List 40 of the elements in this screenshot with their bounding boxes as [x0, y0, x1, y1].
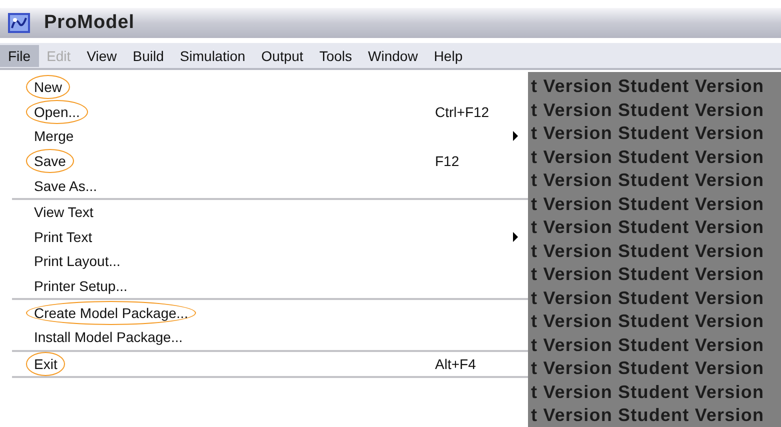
menu-item[interactable]: Save: [34, 153, 66, 170]
menu-item[interactable]: Help: [426, 44, 471, 66]
shortcut-label: Alt+F4: [435, 356, 477, 372]
menu-item[interactable]: Window: [360, 44, 426, 66]
watermark-text: t Version Student Version: [530, 286, 766, 310]
window-title: ProModel: [44, 12, 135, 34]
menu-item[interactable]: Print Layout...: [34, 253, 120, 270]
menu-item[interactable]: Output: [253, 44, 312, 66]
menu-item[interactable]: Create Model Package...: [34, 304, 188, 321]
menu-item[interactable]: Exit: [34, 356, 58, 372]
watermark-text: t Version Student Version: [530, 240, 766, 262]
shortcut-label: Ctrl+F12: [435, 104, 490, 120]
watermark-text: t Version Student Version: [530, 380, 766, 404]
watermark-text: t Version Student Version: [530, 146, 766, 168]
watermark-text: t Version Student Version: [530, 122, 766, 145]
watermark-text: t Version Student Version: [530, 75, 766, 98]
menu-item[interactable]: New: [34, 79, 62, 96]
menu-item[interactable]: View: [78, 44, 125, 66]
menu-item[interactable]: File: [0, 44, 39, 66]
menu-item[interactable]: Tools: [311, 44, 360, 66]
watermark-text: t Version Student Version: [530, 263, 766, 286]
watermark-text: t Version Student Version: [530, 98, 766, 122]
menu-item[interactable]: Build: [124, 44, 172, 66]
watermark-text: t Version Student Version: [530, 404, 766, 427]
menu-item[interactable]: Printer Setup...: [34, 278, 128, 294]
shortcut-label: F12: [435, 153, 460, 170]
menu-item[interactable]: Merge: [34, 128, 74, 144]
menu-item[interactable]: Open...: [34, 104, 80, 120]
app-icon: [8, 13, 30, 33]
menu-item[interactable]: Save As...: [34, 178, 98, 194]
watermark-text: t Version Student Version: [530, 334, 766, 356]
watermark-text: t Version Student Version: [530, 357, 766, 380]
watermark-text: t Version Student Version: [530, 169, 766, 192]
menu-item[interactable]: Install Model Package...: [34, 329, 183, 346]
menu-item[interactable]: View Text: [34, 204, 94, 220]
menu-item[interactable]: Print Text: [34, 228, 92, 245]
watermark-text: t Version Student Version: [530, 216, 766, 239]
watermark-text: t Version Student Version: [530, 192, 766, 216]
menu-item[interactable]: Simulation: [172, 44, 254, 66]
watermark-text: t Version Student Version: [530, 310, 766, 333]
